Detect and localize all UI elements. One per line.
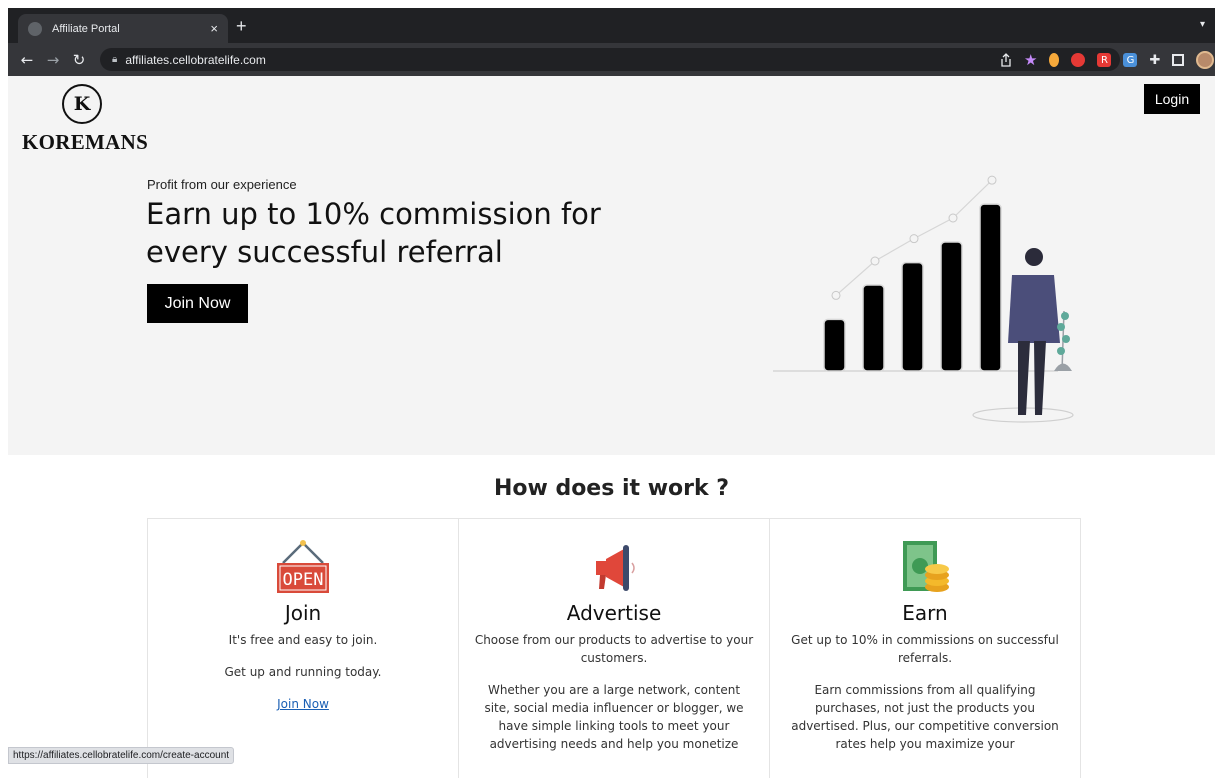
page-content: K KOREMANS Login Profit from our experie…	[8, 76, 1215, 778]
koremans-logo[interactable]: K KOREMANS	[22, 84, 152, 154]
back-arrow-icon[interactable]: ←	[14, 51, 40, 69]
extension-shield-icon[interactable]	[1071, 53, 1086, 67]
megaphone-icon	[459, 537, 769, 595]
side-panel-icon[interactable]	[1172, 54, 1185, 66]
join-card-line-2: Get up and running today.	[224, 665, 382, 679]
join-now-button[interactable]: Join Now	[147, 284, 248, 323]
plant-pot	[1054, 363, 1072, 371]
earn-card-title: Earn	[902, 601, 948, 625]
join-card-line-1: It's free and easy to join.	[228, 633, 378, 647]
plant-leaf	[1061, 312, 1069, 320]
hero-title: Earn up to 10% commission for every succ…	[146, 197, 601, 269]
bookmark-star-icon[interactable]: ★	[1024, 51, 1037, 69]
open-sign-icon: OPEN	[148, 537, 458, 595]
lock-icon[interactable]: 🔒︎	[112, 54, 117, 65]
address-bar[interactable]: 🔒︎ affiliates.cellobratelife.com	[100, 48, 1120, 71]
profile-avatar[interactable]	[1196, 51, 1215, 69]
forward-arrow-icon[interactable]: →	[40, 51, 66, 69]
earn-card: Earn Get up to 10% in commissions on suc…	[770, 519, 1080, 778]
logo-wordmark: KOREMANS	[22, 130, 149, 154]
extension-r-icon[interactable]: R	[1097, 53, 1112, 67]
money-coins-icon	[770, 537, 1080, 595]
open-sign-text: OPEN	[283, 570, 324, 590]
address-url: affiliates.cellobratelife.com	[125, 52, 266, 67]
join-card-title: Join	[284, 601, 322, 625]
person-legs	[1018, 341, 1046, 415]
tab-close-icon[interactable]: ×	[210, 21, 218, 36]
reload-icon[interactable]: ↻	[66, 51, 92, 69]
earn-card-line-2: Earn commissions from all qualifying pur…	[791, 683, 1059, 751]
hero-subtitle: Profit from our experience	[147, 177, 297, 192]
advertise-card: Advertise Choose from our products to ad…	[459, 519, 770, 778]
share-icon[interactable]	[1000, 53, 1012, 67]
tab-title: Affiliate Portal	[52, 22, 120, 35]
join-card-text: It's free and easy to join. Get up and r…	[163, 631, 443, 713]
how-it-works-title: How does it work ?	[493, 476, 730, 501]
plant-leaf	[1057, 323, 1065, 331]
advertise-card-line-1: Choose from our products to advertise to…	[474, 633, 754, 665]
trend-dot	[948, 213, 958, 223]
browser-tab-strip: Affiliate Portal × + ▾	[8, 8, 1215, 43]
new-tab-button[interactable]: +	[236, 16, 247, 37]
chart-bar	[901, 261, 924, 372]
trend-dot	[987, 175, 997, 185]
chart-bar	[823, 318, 846, 372]
extension-translate-icon[interactable]: G	[1123, 53, 1138, 67]
chart-bar	[940, 241, 963, 372]
logo-monogram: K	[62, 84, 102, 124]
link-status-bar: https://affiliates.cellobratelife.com/cr…	[8, 747, 235, 764]
browser-toolbar: ← → ↻ 🔒︎ affiliates.cellobratelife.com ★…	[8, 43, 1215, 76]
plant-leaf	[1062, 335, 1070, 343]
join-card: OPEN Join It's free and easy to join. Ge…	[148, 519, 459, 778]
person-jacket	[1008, 275, 1060, 343]
advertise-card-title: Advertise	[566, 601, 662, 625]
earn-card-text: Get up to 10% in commissions on successf…	[785, 631, 1065, 753]
extension-icons: ★ R G ✚ ⋮	[1000, 51, 1215, 69]
trend-dot	[831, 290, 841, 300]
browser-tab[interactable]: Affiliate Portal ×	[18, 14, 228, 43]
tab-search-chevron-icon[interactable]: ▾	[1200, 19, 1205, 30]
person-head	[1025, 248, 1043, 266]
plant-leaf	[1057, 347, 1065, 355]
earn-card-line-1: Get up to 10% in commissions on successf…	[791, 633, 1059, 665]
extensions-puzzle-icon[interactable]: ✚	[1149, 53, 1160, 68]
extension-orange-icon[interactable]	[1049, 53, 1060, 67]
trend-dot	[870, 256, 880, 266]
how-it-works-cards: OPEN Join It's free and easy to join. Ge…	[147, 518, 1081, 778]
hero-section: K KOREMANS Login Profit from our experie…	[8, 76, 1215, 455]
advertise-card-text: Choose from our products to advertise to…	[474, 631, 754, 753]
growth-chart-illustration	[773, 175, 1074, 423]
login-button[interactable]: Login	[1144, 84, 1200, 114]
chart-bar	[979, 203, 1002, 372]
chart-bar	[862, 284, 885, 372]
join-now-link[interactable]: Join Now	[277, 697, 329, 711]
advertise-card-line-2: Whether you are a large network, content…	[484, 683, 744, 751]
site-favicon-icon	[28, 21, 42, 36]
chart-bars	[823, 203, 1002, 372]
trend-dot	[909, 234, 919, 244]
